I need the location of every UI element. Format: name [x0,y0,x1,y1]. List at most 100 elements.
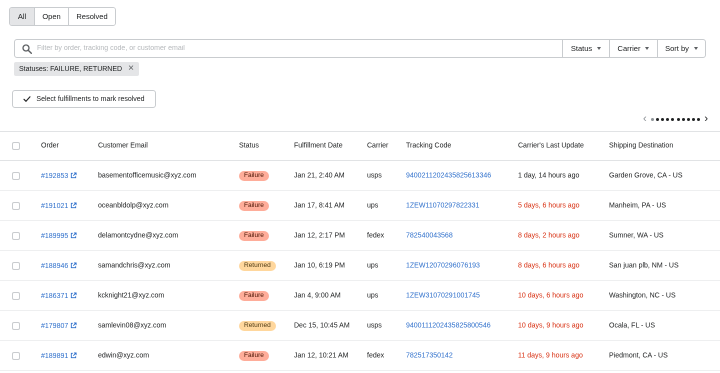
order-link[interactable]: #191021 [41,201,77,210]
page-dot[interactable] [681,118,685,121]
row-checkbox[interactable] [12,231,20,240]
order-link[interactable]: #186371 [41,291,77,300]
page-dot[interactable] [676,118,680,121]
row-checkbox[interactable] [12,321,20,330]
customer-email: oceanbldolp@xyz.com [98,202,169,209]
check-icon [23,96,31,102]
table-row[interactable]: #191021 oceanbldolp@xyz.com Failure Jan … [0,191,720,221]
tracking-link[interactable]: 1ZEW12070296076193 [406,262,480,269]
status-badge: Returned [239,320,276,331]
column-header-destination[interactable]: Shipping Destination [609,143,673,150]
carrier: usps [367,322,382,329]
sort-by-button[interactable]: Sort by [657,40,705,57]
fulfillment-date: Jan 10, 6:19 PM [294,262,345,269]
sort-by-label: Sort by [665,44,689,53]
status-badge: Failure [239,290,269,301]
row-checkbox[interactable] [12,351,20,360]
fulfillment-date: Jan 12, 2:17 PM [294,232,345,239]
row-checkbox[interactable] [12,201,20,210]
page-dot[interactable] [655,118,659,121]
page-dot[interactable] [697,118,701,121]
row-checkbox[interactable] [12,261,20,270]
carrier: ups [367,292,379,299]
shipping-destination: Garden Grove, CA - US [609,172,683,179]
next-page-button[interactable]: › [704,114,708,125]
shipping-destination: Sumner, WA - US [609,232,664,239]
external-link-icon [71,231,77,238]
column-header-date[interactable]: Fulfillment Date [294,143,343,150]
status-badge: Failure [239,200,269,211]
status-badge: Failure [239,170,269,181]
select-all-checkbox[interactable] [12,142,20,150]
shipping-destination: Ocala, FL - US [609,322,656,329]
applied-filter-label: Statuses: FAILURE, RETURNED [19,65,123,73]
order-link[interactable]: #189891 [41,351,77,360]
order-link[interactable]: #192853 [41,171,77,180]
page-dot[interactable] [666,118,670,121]
tab-all[interactable]: All [10,8,35,25]
chevron-down-icon [597,47,602,50]
customer-email: samlevin08@xyz.com [98,322,167,329]
close-icon[interactable]: × [128,64,134,74]
tracking-link[interactable]: 9400211202435825613346 [406,172,491,179]
customer-email: kcknight21@xyz.com [98,292,165,299]
carrier-filter-button[interactable]: Carrier [609,40,657,57]
status-filter-button[interactable]: Status [562,40,609,57]
search-input[interactable] [37,45,537,52]
table-row[interactable]: #188946 samandchris@xyz.com Returned Jan… [0,251,720,281]
last-update: 8 days, 2 hours ago [518,232,580,239]
carrier: fedex [367,352,385,359]
search-field[interactable] [15,40,562,57]
column-header-order[interactable]: Order [41,143,59,150]
order-link[interactable]: #179807 [41,321,77,330]
table-row[interactable]: #192853 basementofficemusic@xyz.com Fail… [0,161,720,191]
shipping-destination: Manheim, PA - US [609,202,667,209]
previous-page-button[interactable]: ‹ [643,114,647,125]
status-badge: Failure [239,350,269,361]
order-link[interactable]: #188946 [41,261,77,270]
status-tabs: All Open Resolved [9,7,116,26]
column-header-carrier[interactable]: Carrier [367,143,388,150]
fulfillment-date: Dec 15, 10:45 AM [294,322,350,329]
tab-open[interactable]: Open [35,8,69,25]
external-link-icon [71,201,77,208]
status-filter-label: Status [570,44,593,53]
row-checkbox[interactable] [12,171,20,180]
column-header-email[interactable]: Customer Email [98,143,148,150]
tracking-link[interactable]: 1ZEW31070291001745 [406,292,480,299]
column-header-last-update[interactable]: Carrier's Last Update [518,143,584,150]
page-dot[interactable] [686,118,690,121]
search-icon [22,43,32,54]
tracking-link[interactable]: 782517350142 [406,352,453,359]
table-header: Order Customer Email Status Fulfillment … [0,131,720,161]
carrier: usps [367,172,382,179]
tab-resolved[interactable]: Resolved [69,8,115,25]
column-header-tracking[interactable]: Tracking Code [406,143,451,150]
row-checkbox[interactable] [12,291,20,300]
page-dot[interactable] [650,118,654,121]
mark-resolved-button[interactable]: Select fulfillments to mark resolved [12,90,156,108]
table-row[interactable]: #189995 delamontcydne@xyz.com Failure Ja… [0,221,720,251]
carrier: ups [367,202,379,209]
table-row[interactable]: #179807 samlevin08@xyz.com Returned Dec … [0,311,720,341]
filter-bar: Status Carrier Sort by [14,39,706,58]
page-dot[interactable] [661,118,665,121]
customer-email: delamontcydne@xyz.com [98,232,179,239]
tracking-link[interactable]: 782540043568 [406,232,453,239]
external-link-icon [71,321,77,328]
status-badge: Failure [239,230,269,241]
last-update: 1 day, 14 hours ago [518,172,580,179]
fulfillment-date: Jan 17, 8:41 AM [294,202,345,209]
last-update: 8 days, 6 hours ago [518,262,580,269]
tracking-link[interactable]: 1ZEW11070297822331 [406,202,479,209]
page-dot[interactable] [692,118,696,121]
tracking-link[interactable]: 9400111202435825800546 [406,322,491,329]
applied-filter-tag: Statuses: FAILURE, RETURNED × [14,62,139,76]
fulfillment-date: Jan 21, 2:40 AM [294,172,345,179]
page-dot[interactable] [671,118,675,121]
order-link[interactable]: #189995 [41,231,77,240]
column-header-status[interactable]: Status [239,143,259,150]
table-row[interactable]: #186371 kcknight21@xyz.com Failure Jan 4… [0,281,720,311]
customer-email: basementofficemusic@xyz.com [98,172,197,179]
table-row[interactable]: #189891 edwin@xyz.com Failure Jan 12, 10… [0,341,720,371]
